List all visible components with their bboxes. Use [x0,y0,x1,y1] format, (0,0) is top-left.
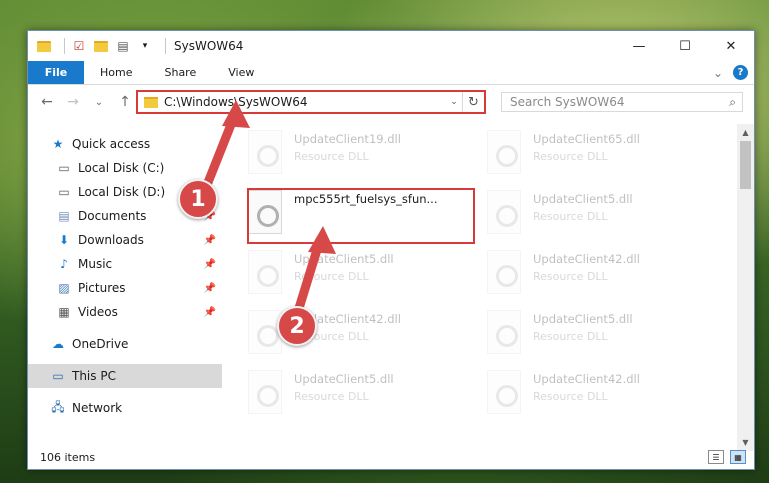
step-badge-2: 2 [277,306,317,346]
arrowhead-step-2 [308,226,336,254]
step-badge-1: 1 [178,179,218,219]
arrowhead-step-1 [222,100,250,128]
annotation-arrows [200,100,336,323]
